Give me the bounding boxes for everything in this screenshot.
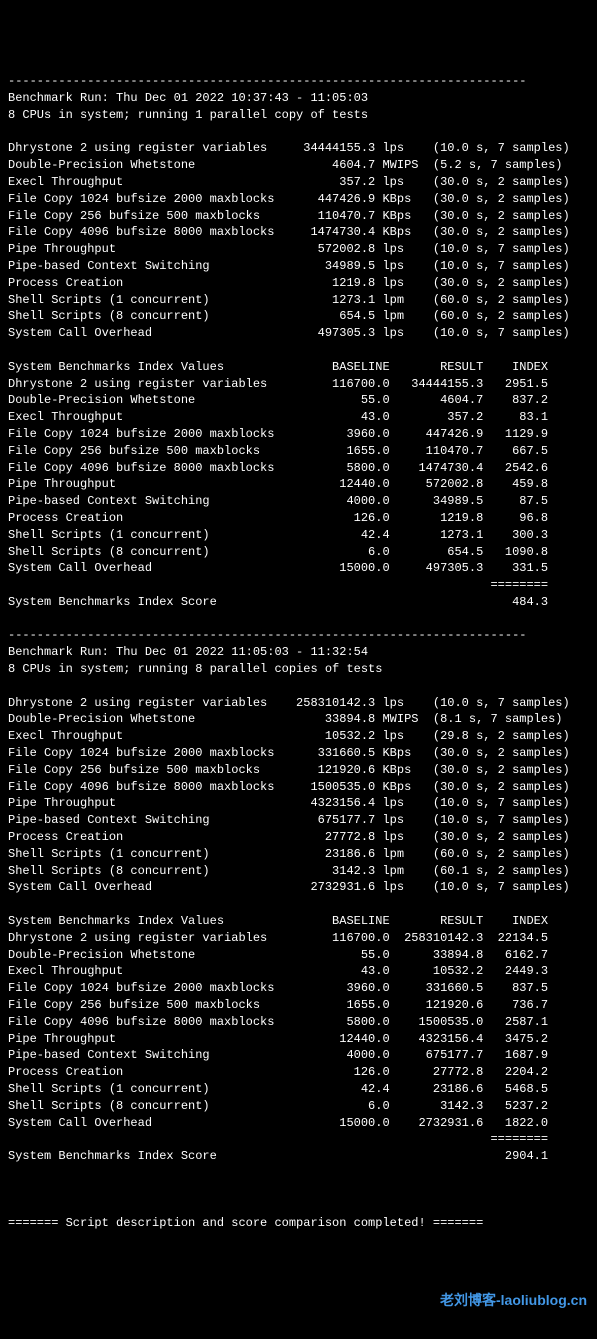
terminal-output: ----------------------------------------…	[8, 73, 589, 1232]
watermark-text: 老刘博客-laoliublog.cn	[440, 1291, 587, 1311]
